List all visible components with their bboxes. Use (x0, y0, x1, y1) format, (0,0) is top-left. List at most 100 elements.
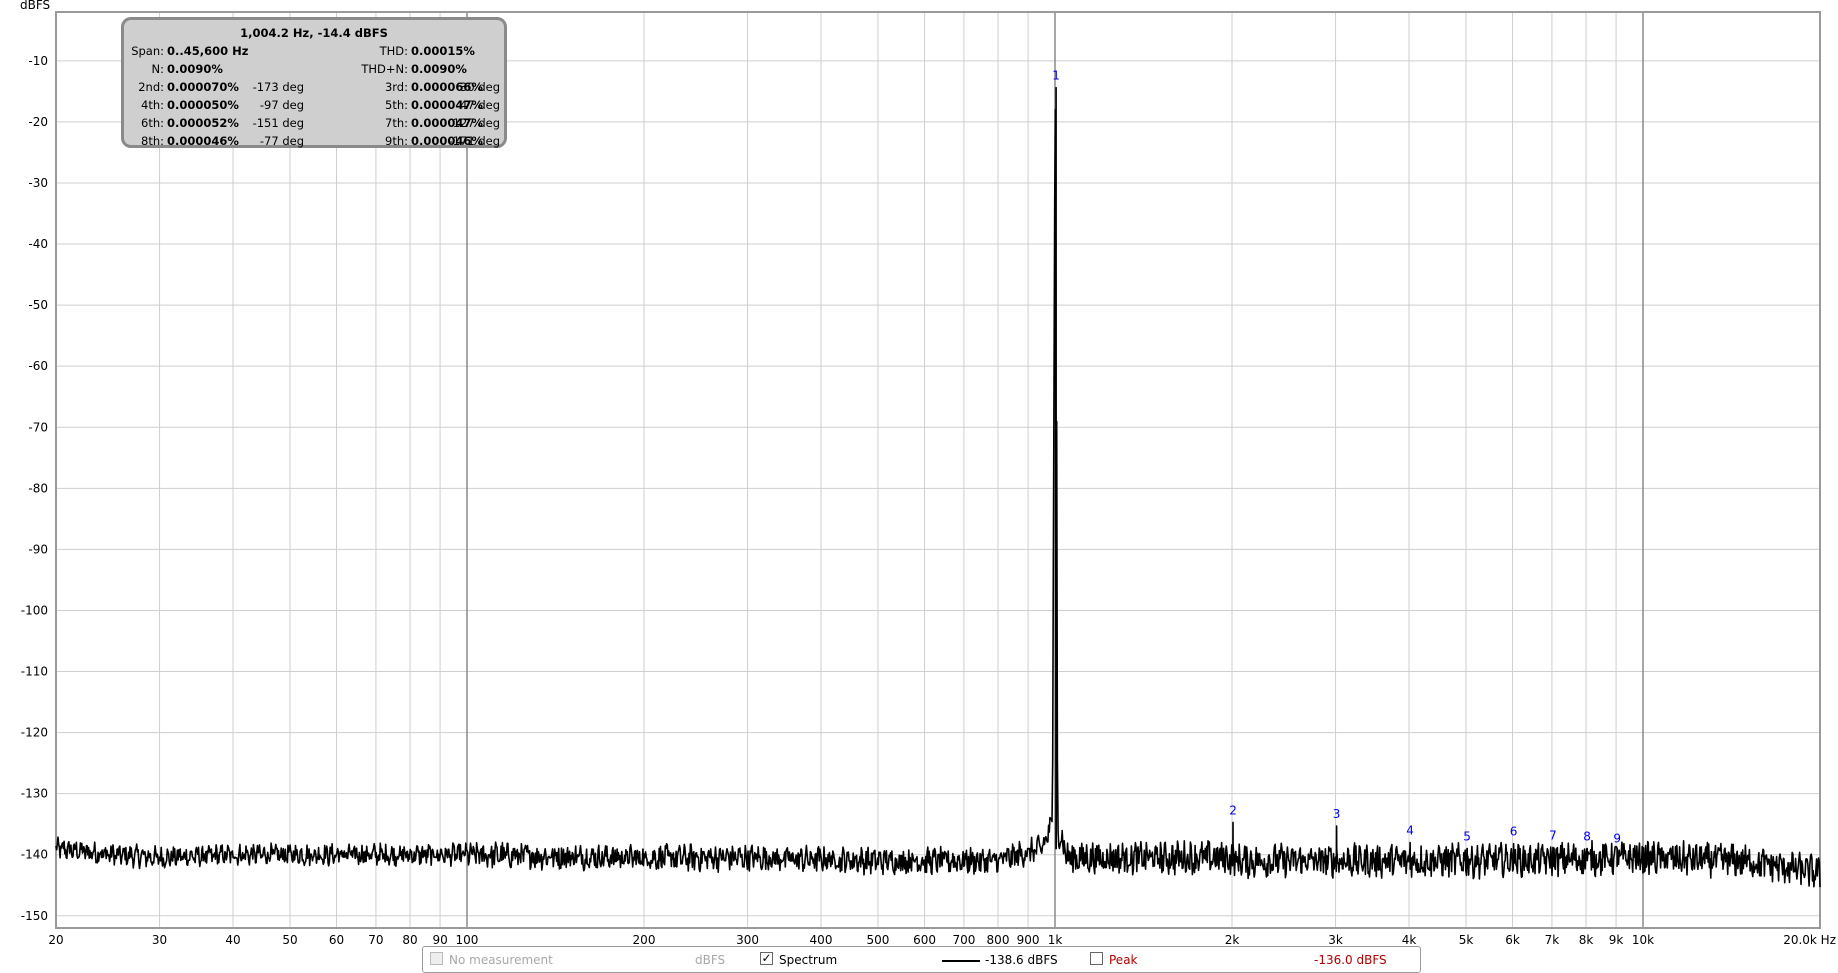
h8-label: 8th: (141, 134, 164, 148)
y-tick-label: -100 (21, 603, 48, 617)
x-tick-label: 5k (1459, 933, 1474, 947)
x-tick-label: 30 (152, 933, 167, 947)
no-measurement-label: No measurement (449, 953, 553, 967)
y-tick-label: -50 (28, 298, 48, 312)
spectrum-trace (55, 86, 1821, 888)
harmonic-label: 7 (1549, 828, 1557, 842)
h6-value: 0.000052% (167, 116, 239, 130)
peak-value: -136.0 dBFS (1314, 953, 1387, 967)
y-tick-label: -60 (28, 359, 48, 373)
harmonic-label: 5 (1463, 830, 1471, 844)
x-tick-label: 7k (1545, 933, 1560, 947)
thdn-label: THD+N: (361, 62, 408, 76)
x-tick-label: 1k (1048, 933, 1063, 947)
h2-label: 2nd: (138, 80, 164, 94)
x-tick-label: 60 (329, 933, 344, 947)
y-tick-label: -110 (21, 665, 48, 679)
x-tick-label: 2k (1225, 933, 1240, 947)
x-tick-label: 10k (1632, 933, 1654, 947)
plot-frame (55, 11, 1821, 929)
grid (56, 12, 1820, 928)
thd-value: 0.00015% (411, 44, 475, 58)
span-value: 0..45,600 Hz (167, 44, 249, 58)
x-tick-label: 6k (1505, 933, 1520, 947)
h5-phase: 47 deg (460, 98, 500, 112)
h3-label: 3rd: (384, 80, 408, 94)
y-tick-label: -80 (28, 481, 48, 495)
h7-phase: 127 deg (452, 116, 500, 130)
harmonic-label: 6 (1510, 825, 1518, 839)
peak-label: Peak (1109, 953, 1138, 967)
h4-value: 0.000050% (167, 98, 239, 112)
axes (55, 11, 1821, 929)
h5-label: 5th: (385, 98, 408, 112)
spectrum-value: -138.6 dBFS (985, 953, 1058, 967)
x-tick-label: 700 (952, 933, 975, 947)
legend-bar: No measurement dBFS ✓ Spectrum -138.6 dB… (422, 946, 1421, 973)
y-tick-labels: -10 -20 -30 -40 -50 -60 -70 -80 -90 -100 -110 -120 -… (21, 54, 48, 923)
thdn-value: 0.0090% (411, 62, 467, 76)
spectrum-label: Spectrum (779, 953, 838, 967)
x-tick-label: 800 (987, 933, 1010, 947)
x-tick-label: 9k (1609, 933, 1624, 947)
x-tick-label: 20 (48, 933, 63, 947)
span-label: Span: (131, 44, 164, 58)
x-tick-label: 90 (432, 933, 447, 947)
h9-label: 9th: (385, 134, 408, 148)
distortion-summary-box: 1,004.2 Hz, -14.4 dBFS Span: 0..45,600 H… (121, 17, 507, 148)
noise-label: N: (151, 62, 164, 76)
no-measurement-checkbox (430, 952, 443, 965)
harmonic-label: 3 (1333, 807, 1341, 821)
x-tick-label: 200 (633, 933, 656, 947)
noise-value: 0.0090% (167, 62, 223, 76)
x-tick-label: 20.0k Hz (1783, 933, 1836, 947)
x-tick-label: 400 (810, 933, 833, 947)
x-tick-label: 80 (402, 933, 417, 947)
h2-value: 0.000070% (167, 80, 239, 94)
h7-label: 7th: (385, 116, 408, 130)
harmonic-label: 9 (1613, 831, 1621, 845)
y-axis-unit: dBFS (20, 0, 50, 12)
y-tick-label: -140 (21, 848, 48, 862)
y-tick-label: -70 (28, 420, 48, 434)
x-tick-label: 600 (913, 933, 936, 947)
y-tick-label: -120 (21, 726, 48, 740)
harmonic-label: 2 (1229, 803, 1237, 817)
h6-phase: -151 deg (252, 116, 304, 130)
x-tick-label: 8k (1579, 933, 1594, 947)
x-tick-label: 50 (282, 933, 297, 947)
no-measurement-unit: dBFS (695, 953, 726, 967)
h2-phase: -173 deg (252, 80, 304, 94)
y-tick-label: -40 (28, 237, 48, 251)
h6-label: 6th: (141, 116, 164, 130)
h3-phase: 30 deg (460, 80, 500, 94)
x-tick-label: 100 (456, 933, 479, 947)
x-tick-label: 300 (736, 933, 759, 947)
x-tick-label: 3k (1328, 933, 1343, 947)
spectrum-checkbox[interactable]: ✓ (760, 952, 773, 965)
thd-label: THD: (379, 44, 408, 58)
harmonic-label: 4 (1406, 824, 1414, 838)
harmonic-label: 8 (1583, 830, 1591, 844)
y-tick-label: -10 (28, 54, 48, 68)
peak-checkbox[interactable] (1090, 952, 1103, 965)
y-tick-label: -90 (28, 542, 48, 556)
h8-phase: -77 deg (259, 134, 304, 148)
x-tick-label: 70 (368, 933, 383, 947)
x-tick-label: 500 (867, 933, 890, 947)
h4-label: 4th: (141, 98, 164, 112)
harmonic-labels: 1 2 3 4 5 6 7 8 9 (1052, 69, 1621, 846)
x-tick-label: 40 (225, 933, 240, 947)
x-tick-label: 900 (1017, 933, 1040, 947)
spectrum-swatch (942, 960, 980, 962)
harmonic-label: 1 (1052, 69, 1060, 83)
summary-headline: 1,004.2 Hz, -14.4 dBFS (240, 26, 388, 40)
y-tick-label: -30 (28, 176, 48, 190)
h9-phase: -171 deg (448, 134, 500, 148)
x-tick-label: 4k (1402, 933, 1417, 947)
y-tick-label: -20 (28, 115, 48, 129)
h4-phase: -97 deg (259, 98, 304, 112)
y-tick-label: -150 (21, 909, 48, 923)
h8-value: 0.000046% (167, 134, 239, 148)
y-tick-label: -130 (21, 787, 48, 801)
